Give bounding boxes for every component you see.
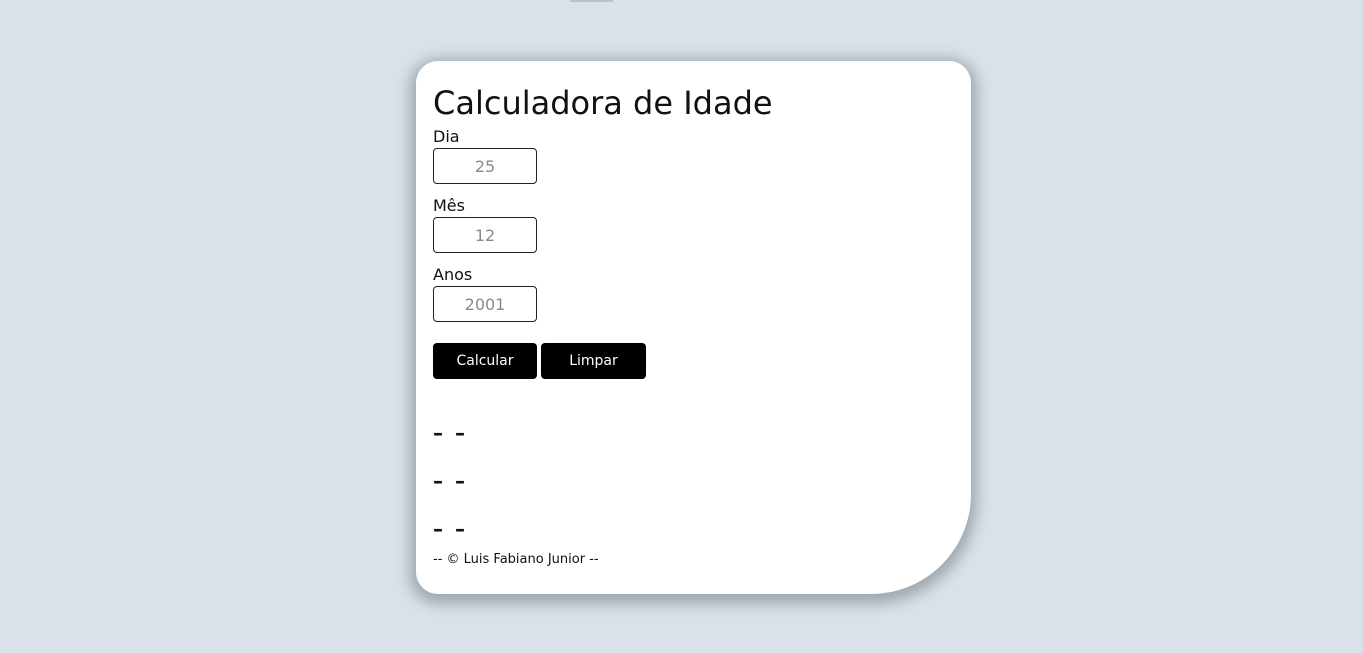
page-title: Calculadora de Idade [433,84,773,122]
anos-field-group: Anos [433,265,954,322]
dia-input[interactable] [433,148,537,184]
result-months: – – [433,467,954,495]
anos-label: Anos [433,265,473,284]
button-row: Calcular Limpar [433,343,954,379]
result-years-value: – [433,421,443,445]
result-months-value: – [433,469,443,493]
mes-label: Mês [433,196,465,215]
result-years-unit: – [455,421,465,445]
result-years: – – [433,419,954,447]
dia-field-group: Dia [433,127,954,184]
dia-label: Dia [433,127,460,146]
anos-input[interactable] [433,286,537,322]
mes-field-group: Mês [433,196,954,253]
calcular-button[interactable]: Calcular [433,343,537,379]
result-days-unit: – [455,517,465,541]
results-area: – – – – – – [433,419,954,543]
result-days: – – [433,515,954,543]
top-divider [570,0,613,2]
result-days-value: – [433,517,443,541]
calculator-card: Calculadora de Idade Dia Mês Anos Calcul… [416,61,971,594]
limpar-button[interactable]: Limpar [541,343,646,379]
footer-credit: -- © Luis Fabiano Junior -- [433,552,599,567]
mes-input[interactable] [433,217,537,253]
result-months-unit: – [455,469,465,493]
